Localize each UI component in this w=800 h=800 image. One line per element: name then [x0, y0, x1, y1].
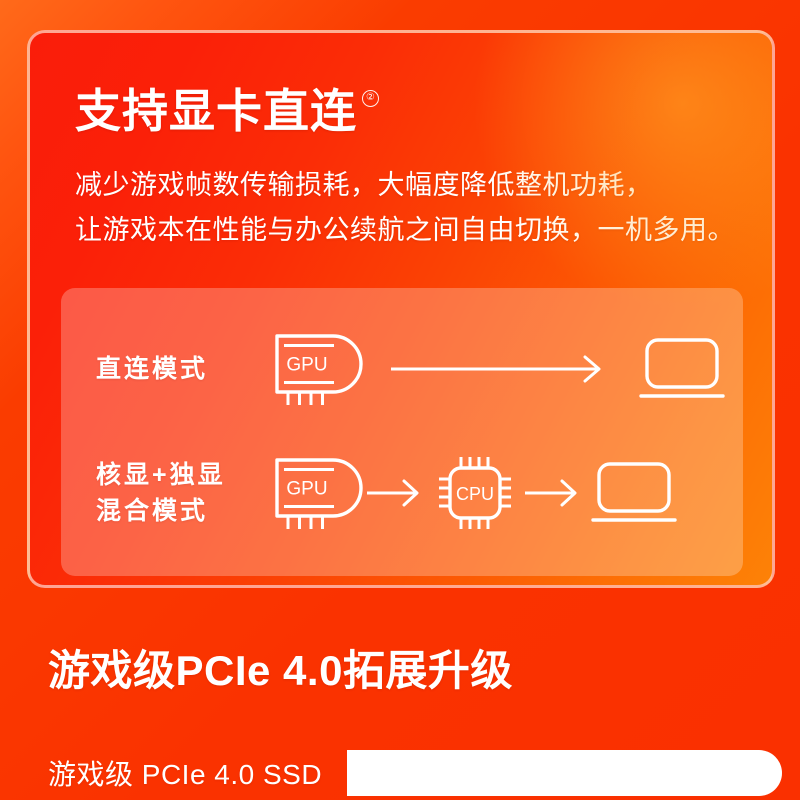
mode-label-hybrid: 核显+独显 混合模式 — [61, 457, 271, 529]
section-heading: 游戏级PCIe 4.0拓展升级 — [48, 647, 513, 694]
gpu-icon-text: GPU — [286, 479, 327, 500]
ssd-progress-bar — [347, 749, 782, 796]
footnote-marker-icon: ② — [362, 90, 379, 107]
mode-label-hybrid-line-1: 核显+独显 — [96, 461, 226, 489]
hero-card: 支持显卡直连 ② 减少游戏帧数传输损耗，大幅度降低整机功耗， 让游戏本在性能与办… — [27, 30, 775, 588]
cpu-icon-text: CPU — [456, 484, 494, 504]
mode-row-direct: 直连模式 GPU — [61, 314, 743, 424]
gpu-icon: GPU — [275, 334, 363, 405]
laptop-icon-slot-direct — [639, 334, 725, 404]
subtitle-line-2: 让游戏本在性能与办公续航之间自由切换，一机多用。 — [75, 215, 735, 245]
laptop-icon — [591, 462, 677, 522]
promo-page: 支持显卡直连 ② 减少游戏帧数传输损耗，大幅度降低整机功耗， 让游戏本在性能与办… — [0, 0, 800, 800]
page-title: 支持显卡直连 — [75, 85, 357, 137]
gpu-icon-slot-direct: GPU — [271, 330, 363, 408]
ssd-row: 游戏级 PCIe 4.0 SSD — [0, 745, 800, 800]
arrow-slot-hybrid-2 — [517, 478, 591, 508]
arrow-slot-direct — [359, 354, 639, 384]
flow-hybrid: GPU CPU — [271, 438, 743, 548]
ssd-label: 游戏级 PCIe 4.0 SSD — [48, 758, 323, 790]
headline-row: 支持显卡直连 ② — [75, 88, 379, 134]
mode-label-direct: 直连模式 — [61, 351, 271, 387]
flow-direct: GPU — [271, 314, 743, 424]
laptop-icon-slot-hybrid — [591, 458, 677, 528]
laptop-icon — [639, 338, 725, 398]
arrow-slot-hybrid-1 — [359, 478, 433, 508]
subtitle: 减少游戏帧数传输损耗，大幅度降低整机功耗， 让游戏本在性能与办公续航之间自由切换… — [75, 163, 765, 253]
gpu-icon: GPU — [275, 458, 363, 529]
gpu-icon-slot-hybrid: GPU — [271, 454, 363, 532]
mode-row-hybrid: 核显+独显 混合模式 GPU CPU — [61, 438, 743, 548]
mode-label-direct-line-1: 直连模式 — [96, 355, 209, 383]
mode-label-hybrid-line-2: 混合模式 — [96, 497, 209, 525]
cpu-icon-slot-hybrid: CPU — [433, 451, 517, 535]
arrow-right-icon — [367, 479, 419, 507]
subtitle-line-1: 减少游戏帧数传输损耗，大幅度降低整机功耗， — [75, 170, 653, 200]
long-arrow-right-icon — [391, 355, 601, 383]
mode-comparison-panel: 直连模式 GPU 核显+独显 混合模式 GPU CPU — [61, 288, 743, 576]
gpu-icon-text: GPU — [286, 355, 327, 376]
cpu-icon: CPU — [439, 457, 511, 529]
arrow-right-icon — [525, 479, 577, 507]
